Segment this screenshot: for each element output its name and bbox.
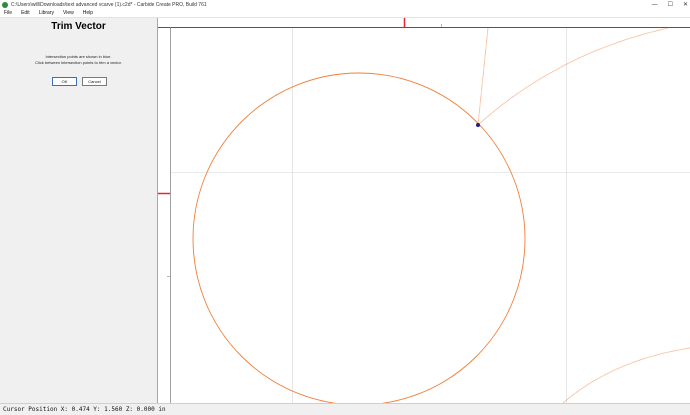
app-icon [2,1,8,8]
arc-vector-bottom[interactable] [562,347,690,403]
circle-vector[interactable] [192,72,526,403]
ok-button[interactable]: OK [52,77,77,86]
top-ruler [158,18,690,27]
panel-instruction-1: Intersection points are shown in blue. [45,54,112,59]
maximize-icon[interactable]: ☐ [668,1,673,8]
cursor-position: Cursor Position X: 0.474 Y: 1.560 Z: 0.0… [3,406,166,413]
status-bar: Cursor Position X: 0.474 Y: 1.560 Z: 0.0… [0,403,690,415]
line-vector[interactable] [477,27,489,126]
window-title: C:\Users\will\Downloads\text advanced vc… [11,1,207,8]
title-bar: C:\Users\will\Downloads\text advanced vc… [0,0,690,9]
menu-edit[interactable]: Edit [21,10,30,16]
menu-file[interactable]: File [4,10,12,16]
menu-bar: File Edit Library View Help [0,9,690,18]
menu-help[interactable]: Help [83,10,93,16]
arc-vector-top[interactable] [477,27,669,126]
close-icon[interactable]: ✕ [683,1,688,8]
intersection-point[interactable] [476,123,480,127]
canvas-svg[interactable] [158,18,690,403]
menu-library[interactable]: Library [39,10,54,16]
panel-title: Trim Vector [51,21,106,32]
window-controls: — ☐ ✕ [652,0,688,9]
minimize-icon[interactable]: — [652,2,658,8]
design-canvas[interactable] [158,18,690,403]
menu-view[interactable]: View [63,10,74,16]
trim-vector-panel: Trim Vector Intersection points are show… [0,18,158,403]
cancel-button[interactable]: Cancel [82,77,107,86]
panel-instruction-2: Click between intersection points to tri… [35,60,122,65]
